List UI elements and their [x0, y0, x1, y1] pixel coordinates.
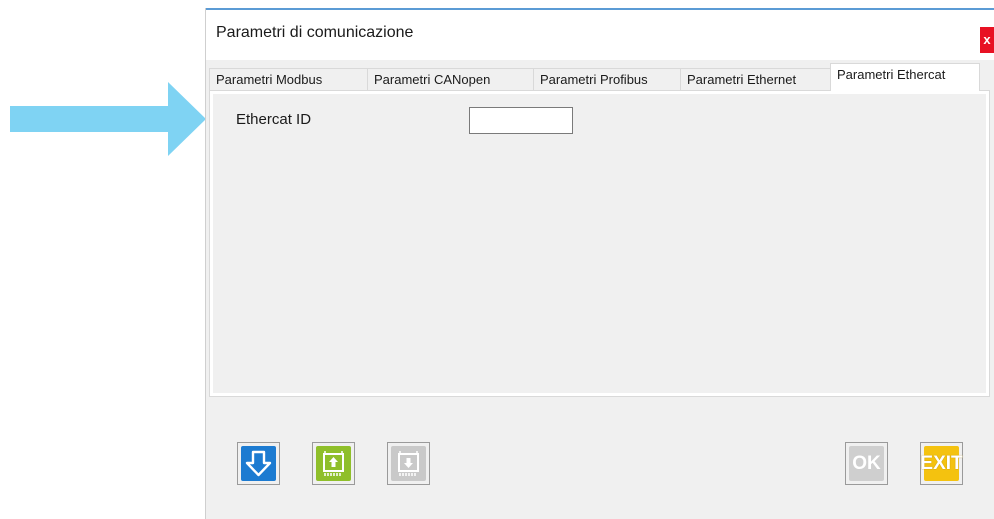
ok-label: OK — [852, 452, 881, 474]
pointer-arrow-icon — [10, 82, 206, 156]
tab-canopen[interactable]: Parametri CANopen — [367, 68, 534, 91]
panel-body: Ethercat ID — [213, 94, 986, 393]
tab-profibus[interactable]: Parametri Profibus — [533, 68, 681, 91]
download-from-device-button[interactable] — [387, 442, 430, 485]
exit-label: EXIT — [920, 452, 963, 474]
ethercat-id-input[interactable] — [469, 107, 573, 134]
tab-strip: Parametri Modbus Parametri CANopen Param… — [209, 61, 980, 91]
communication-parameters-dialog: Parametri di comunicazione x Parametri M… — [205, 8, 994, 519]
ethercat-id-label: Ethercat ID — [236, 111, 312, 128]
arrow-down-icon — [245, 450, 272, 477]
exit-button[interactable]: EXIT — [920, 442, 963, 485]
chip-upload-icon — [323, 451, 344, 476]
ok-button[interactable]: OK — [845, 442, 888, 485]
close-button[interactable]: x — [980, 27, 994, 53]
title-bar[interactable]: Parametri di comunicazione x — [206, 10, 994, 60]
dialog-title: Parametri di comunicazione — [216, 24, 414, 41]
upload-to-device-button[interactable] — [312, 442, 355, 485]
tab-ethernet[interactable]: Parametri Ethernet — [680, 68, 831, 91]
chip-download-icon — [398, 451, 419, 476]
tab-modbus[interactable]: Parametri Modbus — [209, 68, 368, 91]
screen: Parametri di comunicazione x Parametri M… — [0, 0, 994, 519]
ethercat-tab-panel: Ethercat ID — [209, 90, 990, 397]
close-icon: x — [983, 32, 991, 47]
download-button[interactable] — [237, 442, 280, 485]
tab-ethercat[interactable]: Parametri Ethercat — [830, 63, 980, 91]
